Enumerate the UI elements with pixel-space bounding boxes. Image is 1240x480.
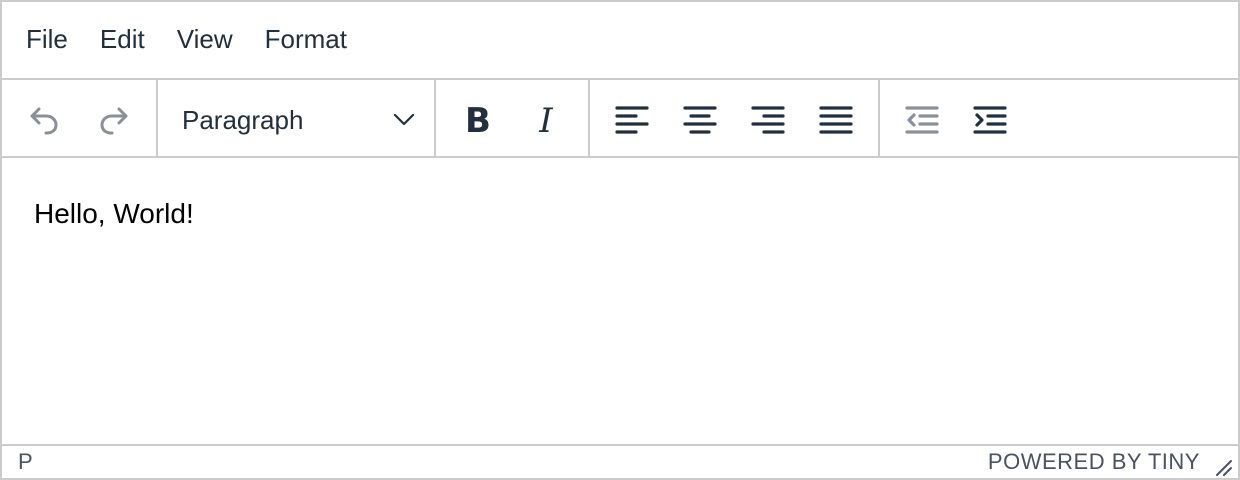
blocks-selected-value: Paragraph [182, 105, 304, 135]
element-path[interactable]: P [18, 450, 33, 474]
align-left-icon [615, 106, 649, 134]
italic-icon: I [538, 102, 553, 138]
rich-text-editor: File Edit View Format Paragraph B I Hell… [0, 0, 1240, 480]
menu-edit[interactable]: Edit [86, 19, 159, 61]
powered-by-link[interactable]: POWERED BY TINY [988, 450, 1200, 474]
align-center-button[interactable] [676, 98, 724, 142]
bold-button[interactable]: B [454, 98, 502, 142]
toolbar-divider [434, 80, 436, 158]
indent-button[interactable] [966, 98, 1014, 142]
editor-content-area[interactable]: Hello, World! [2, 158, 1238, 444]
svg-text:I: I [538, 102, 553, 138]
chevron-down-icon [393, 113, 415, 126]
toolbar: Paragraph B I [2, 80, 1238, 158]
align-right-button[interactable] [744, 98, 792, 142]
toolbar-divider [878, 80, 880, 158]
redo-button[interactable] [90, 98, 138, 142]
align-left-button[interactable] [608, 98, 656, 142]
menu-view[interactable]: View [163, 19, 247, 61]
svg-text:B: B [465, 102, 491, 138]
align-justify-button[interactable] [812, 98, 860, 142]
blocks-dropdown[interactable]: Paragraph [170, 98, 422, 142]
undo-button[interactable] [20, 98, 68, 142]
menu-file[interactable]: File [12, 19, 82, 61]
toolbar-divider [588, 80, 590, 158]
resize-handle-icon[interactable] [1214, 458, 1232, 476]
menubar: File Edit View Format [2, 2, 1238, 80]
menu-format[interactable]: Format [251, 19, 361, 61]
toolbar-divider [156, 80, 158, 158]
indent-icon [973, 106, 1007, 134]
italic-button[interactable]: I [522, 98, 570, 142]
outdent-icon [905, 106, 939, 134]
align-center-icon [683, 106, 717, 134]
redo-icon [100, 107, 128, 135]
content-paragraph[interactable]: Hello, World! [34, 196, 1206, 232]
bold-icon: B [465, 102, 491, 138]
outdent-button[interactable] [898, 98, 946, 142]
align-right-icon [751, 106, 785, 134]
undo-icon [30, 107, 58, 135]
statusbar: P POWERED BY TINY [2, 444, 1238, 478]
align-justify-icon [819, 106, 853, 134]
